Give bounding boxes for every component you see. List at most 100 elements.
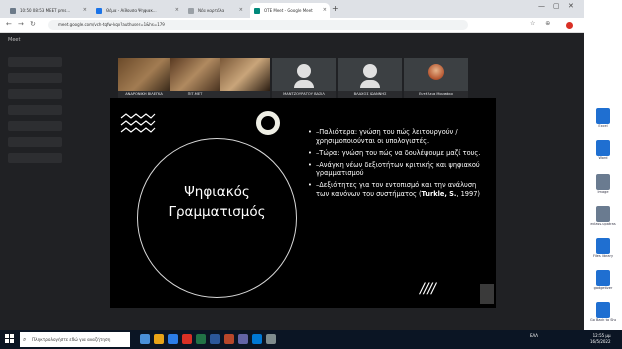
- slide-scroll-control[interactable]: [480, 284, 494, 304]
- meet-header: Meet: [0, 33, 584, 49]
- tab-new-tab[interactable]: Νέα καρτέλα ×: [184, 3, 246, 18]
- avatar-icon: [360, 64, 380, 88]
- slide-title: Ψηφιακός Γραμματισμός: [150, 182, 284, 222]
- taskbar-search-input[interactable]: ⌕ Πληκτρολογήστε εδώ για αναζήτηση: [20, 332, 130, 347]
- tab-favicon-icon: [96, 8, 102, 14]
- mail-taskbar-icon[interactable]: [252, 334, 262, 344]
- chrome-icon[interactable]: [182, 334, 192, 344]
- teams-taskbar-icon[interactable]: [238, 334, 248, 344]
- desktop-icon[interactable]: Excel: [590, 108, 616, 128]
- close-window-button[interactable]: ✕: [568, 2, 574, 10]
- desktop-area: Excel Word Image eclass.upatras Files li…: [584, 0, 622, 330]
- participant-video: [118, 58, 170, 91]
- sidebar-item[interactable]: [8, 121, 62, 131]
- powerpoint-taskbar-icon[interactable]: [224, 334, 234, 344]
- sidebar-item[interactable]: [8, 153, 62, 163]
- slide-bullet: –Τώρα: γνώση του πώς να δουλέψουμε μαζί …: [308, 149, 488, 158]
- clock[interactable]: 12:55 μμ 16/5/2022: [590, 333, 611, 345]
- desktop-icon[interactable]: gadgetizer: [590, 270, 616, 290]
- tab-classroom[interactable]: Θέμα - Αίθουσα Ψηφιακ... ×: [92, 3, 182, 18]
- participant-tile[interactable]: ΒΛΑΧΟΣ ΙΩΑΝΝΗΣ: [338, 58, 402, 98]
- file-icon: [596, 270, 610, 286]
- desktop-icon-label: Word: [598, 156, 608, 160]
- extension-icons[interactable]: ☆ ⊕: [530, 20, 554, 27]
- back-arrow-icon[interactable]: ←: [6, 20, 12, 28]
- sidebar-item[interactable]: [8, 105, 62, 115]
- participant-video: [170, 58, 220, 91]
- image-icon: [596, 174, 610, 190]
- close-tab-icon[interactable]: ×: [175, 3, 179, 18]
- word-icon: [596, 140, 610, 156]
- tab-favicon-icon: [10, 8, 16, 14]
- avatar: [428, 64, 444, 80]
- participant-name: ΠΙΤ.ΜΕΤ: [170, 91, 220, 98]
- sidebar-item[interactable]: [8, 137, 62, 147]
- citation-tail: , 1997): [456, 190, 480, 199]
- file-explorer-icon[interactable]: [154, 334, 164, 344]
- participant-tile[interactable]: ΠΙΤ.ΜΕΤ: [170, 58, 220, 98]
- url-text: meet.google.com/vch-tqfw-kqx?authuser=1&…: [58, 22, 165, 27]
- participant-tile[interactable]: ΜΑΝΤΖΟΥΡΑΤΟΥ ΒΑΣΙΛ: [272, 58, 336, 98]
- excel-icon: [596, 108, 610, 124]
- desktop-icon[interactable]: Image: [590, 174, 616, 194]
- excel-taskbar-icon[interactable]: [196, 334, 206, 344]
- avatar-icon: [294, 64, 314, 88]
- slide-title-line: Ψηφιακός: [184, 184, 250, 200]
- tab-label: Θέμα - Αίθουσα Ψηφιακ...: [106, 8, 157, 13]
- taskbar: ⌕ Πληκτρολογήστε εδώ για αναζήτηση ΕΛΛ 1…: [0, 330, 622, 349]
- new-tab-button[interactable]: +: [332, 4, 339, 13]
- participant-tile[interactable]: [220, 58, 270, 98]
- tab-meet-pms[interactable]: 10:50 08:53 MEET pms... ×: [6, 3, 90, 18]
- tab-label: 10:50 08:53 MEET pms...: [20, 8, 71, 13]
- url-field[interactable]: meet.google.com/vch-tqfw-kqx?authuser=1&…: [48, 20, 468, 30]
- minimize-button[interactable]: —: [538, 2, 545, 10]
- slide-bullet: –Παλιότερα: γνώση του πώς λειτουργούν / …: [308, 128, 488, 145]
- close-tab-icon[interactable]: ×: [83, 3, 87, 18]
- file-icon: [596, 238, 610, 254]
- shortcut-icon: [596, 302, 610, 318]
- task-view-icon[interactable]: [140, 334, 150, 344]
- address-bar-row: ← → ↻ meet.google.com/vch-tqfw-kqx?authu…: [0, 18, 584, 33]
- desktop-icon[interactable]: Word: [590, 140, 616, 160]
- participant-tile[interactable]: ΑΝΔΡΟΝΙΚΗ ΒΙΛΕΓΚΑ: [118, 58, 170, 98]
- meet-logo: Meet: [8, 37, 21, 43]
- desktop-icon[interactable]: Go Back to Shortcuts: [590, 302, 616, 322]
- search-placeholder: Πληκτρολογήστε εδώ για αναζήτηση: [32, 337, 111, 342]
- participant-tile[interactable]: Ευτέλεια Μουσάκα: [404, 58, 468, 98]
- windows-start-icon[interactable]: [5, 334, 15, 344]
- recording-indicator-icon[interactable]: [566, 22, 573, 29]
- slide-bullet-list: –Παλιότερα: γνώση του πώς λειτουργούν / …: [308, 128, 488, 202]
- word-taskbar-icon[interactable]: [210, 334, 220, 344]
- sidebar-item[interactable]: [8, 89, 62, 99]
- sidebar-item[interactable]: [8, 57, 62, 67]
- edge-icon[interactable]: [168, 334, 178, 344]
- meet-sidebar: [0, 51, 70, 321]
- participant-name: Ευτέλεια Μουσάκα: [404, 91, 468, 98]
- forward-arrow-icon[interactable]: →: [18, 20, 24, 28]
- participant-video: [220, 58, 270, 91]
- image-icon: [596, 206, 610, 222]
- tray-language[interactable]: ΕΛΛ: [530, 333, 538, 339]
- slide-bullet: –Δεξιότητες για τον εντοπισμό και την αν…: [308, 181, 488, 198]
- reload-icon[interactable]: ↻: [30, 20, 36, 28]
- desktop-icon-label: Files library: [592, 254, 614, 258]
- tab-label: Νέα καρτέλα: [198, 8, 225, 13]
- desktop-icon[interactable]: eclass.upatras: [590, 206, 616, 226]
- participant-name: ΑΝΔΡΟΝΙΚΗ ΒΙΛΕΓΚΑ: [118, 91, 170, 98]
- participant-name: [220, 91, 270, 98]
- close-tab-icon[interactable]: ×: [323, 3, 327, 18]
- tab-google-meet[interactable]: OTE Meet - Google Meet ×: [250, 3, 330, 18]
- desktop-icon-label: Excel: [598, 124, 608, 128]
- maximize-button[interactable]: ▢: [553, 2, 560, 10]
- close-tab-icon[interactable]: ×: [239, 3, 243, 18]
- citation: Turkle, S.: [421, 190, 457, 199]
- zigzag-decoration-icon: [120, 113, 156, 133]
- desktop-icon-label: gadgetizer: [593, 286, 613, 290]
- app-taskbar-icon[interactable]: [266, 334, 276, 344]
- clock-date: 16/5/2022: [590, 339, 611, 344]
- tab-bar: 10:50 08:53 MEET pms... × Θέμα - Αίθουσα…: [0, 0, 584, 18]
- search-icon: ⌕: [23, 336, 27, 343]
- sidebar-item[interactable]: [8, 73, 62, 83]
- desktop-icon-label: Go Back to Shortcuts: [590, 318, 616, 322]
- desktop-icon[interactable]: Files library: [590, 238, 616, 258]
